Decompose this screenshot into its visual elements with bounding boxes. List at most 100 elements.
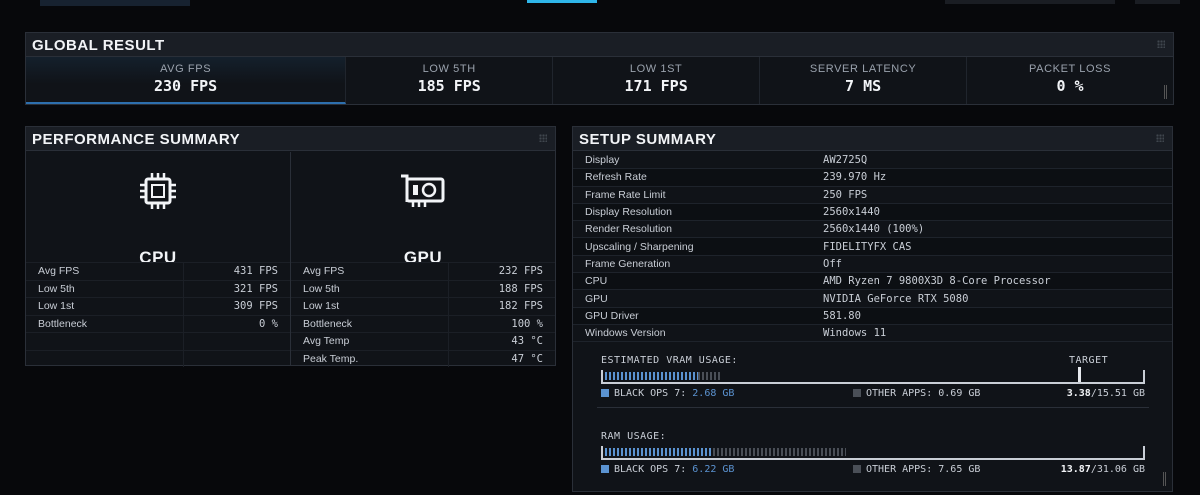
drag-grip-icon[interactable] <box>1156 134 1164 142</box>
active-tab-indicator <box>527 0 597 3</box>
legend-swatch <box>601 465 609 473</box>
bar-baseline <box>603 458 1143 460</box>
row-value: 581.80 <box>823 309 861 322</box>
table-row: Low 1st 309 FPS <box>26 297 290 315</box>
metric-low-5th: LOW 5TH 185 FPS <box>346 57 554 104</box>
row-label: GPU Driver <box>585 309 639 322</box>
ram-usage: RAM USAGE: BLACK OPS 7: 6.22 GB OTHER AP… <box>597 431 1149 487</box>
vram-other-fill <box>698 372 722 380</box>
vram-game-fill <box>605 372 698 380</box>
metric-value: 0 % <box>1056 77 1084 95</box>
metric-low-1st: LOW 1ST 171 FPS <box>553 57 761 104</box>
legend-value: 2.68 GB <box>692 388 735 399</box>
row-value: 239.970 Hz <box>823 171 887 184</box>
drag-grip-icon[interactable] <box>539 134 547 142</box>
table-row: Low 1st 182 FPS <box>291 297 555 315</box>
vram-usage-bar <box>601 367 1145 384</box>
row-label: Low 1st <box>291 298 450 315</box>
metric-label: LOW 1ST <box>629 63 683 75</box>
row-value: 0 % <box>259 317 278 330</box>
row-value: 182 FPS <box>498 300 543 313</box>
legend-swatch <box>853 465 861 473</box>
table-row: GPU NVIDIA GeForce RTX 5080 <box>573 290 1172 308</box>
row-label: Render Resolution <box>585 223 672 236</box>
performance-summary-panel: PERFORMANCE SUMMARY CPU Avg FPS 431 FPS … <box>25 126 556 367</box>
legend-swatch <box>853 389 861 397</box>
setup-summary-panel: SETUP SUMMARY Display AW2725Q Refresh Rat… <box>572 126 1173 492</box>
setup-table: Display AW2725Q Refresh Rate 239.970 Hz Fr… <box>573 152 1172 343</box>
legend-value: 7.65 GB <box>938 464 981 475</box>
legend-value: 6.22 GB <box>692 464 735 475</box>
table-row: CPU AMD Ryzen 7 9800X3D 8-Core Processor <box>573 273 1172 291</box>
row-value: Off <box>823 257 842 270</box>
metric-label: LOW 5TH <box>422 63 476 75</box>
vram-target-label: TARGET <box>1069 355 1109 366</box>
row-label: Low 5th <box>291 280 450 297</box>
row-label <box>26 333 185 350</box>
table-row: Avg Temp 43 °C <box>291 332 555 350</box>
table-row: Render Resolution 2560x1440 (100%) <box>573 221 1172 239</box>
table-row: Frame Rate Limit 250 FPS <box>573 187 1172 204</box>
row-label: CPU <box>585 275 608 288</box>
table-row: Avg FPS 232 FPS <box>291 262 555 280</box>
table-row: Windows Version Windows 11 <box>573 325 1172 343</box>
panel-title: PERFORMANCE SUMMARY <box>32 131 241 148</box>
ram-legend-game: BLACK OPS 7: 6.22 GB <box>601 464 734 475</box>
metric-value: 171 FPS <box>624 77 688 95</box>
top-right-control-secondary[interactable] <box>1135 0 1180 4</box>
table-row: Low 5th 188 FPS <box>291 279 555 297</box>
row-label: Peak Temp. <box>291 350 450 367</box>
metric-value: 230 FPS <box>154 77 218 95</box>
total-used: 3.38 <box>1066 388 1091 399</box>
cpu-chip-icon <box>139 172 177 215</box>
row-label: Refresh Rate <box>585 171 647 184</box>
vram-legend-game: BLACK OPS 7: 2.68 GB <box>601 388 734 399</box>
ram-legend: BLACK OPS 7: 6.22 GB OTHER APPS: 7.65 GB… <box>601 464 1145 478</box>
table-row <box>26 332 290 350</box>
drag-grip-icon[interactable] <box>1157 40 1165 48</box>
row-value: 100 % <box>511 317 543 330</box>
row-label: GPU <box>585 292 608 305</box>
table-row: Display Resolution 2560x1440 <box>573 203 1172 222</box>
table-row: GPU Driver 581.80 <box>573 307 1172 325</box>
legend-value: 0.69 GB <box>938 388 981 399</box>
row-value: AMD Ryzen 7 9800X3D 8-Core Processor <box>823 275 1051 288</box>
row-value: 188 FPS <box>498 282 543 295</box>
metric-label: SERVER LATENCY <box>809 63 917 75</box>
global-result-panel: GLOBAL RESULT AVG FPS 230 FPS LOW 5TH 18… <box>25 32 1174 105</box>
metric-avg-fps: AVG FPS 230 FPS <box>26 57 347 104</box>
setup-summary-header: SETUP SUMMARY <box>573 127 1172 151</box>
ram-game-fill <box>605 448 713 456</box>
row-label: Avg FPS <box>26 263 185 280</box>
resize-handle-icon[interactable] <box>1163 472 1166 486</box>
row-label: Bottleneck <box>26 315 185 332</box>
metric-server-latency: SERVER LATENCY 7 MS <box>760 57 968 104</box>
total-used: 13.87 <box>1060 464 1091 475</box>
top-right-control[interactable] <box>945 0 1115 4</box>
table-row: Bottleneck 100 % <box>291 314 555 332</box>
table-row <box>26 349 290 367</box>
table-row: Low 5th 321 FPS <box>26 279 290 297</box>
vram-target-marker <box>1078 367 1081 382</box>
row-value: 250 FPS <box>823 188 868 201</box>
row-label: Display <box>585 154 620 167</box>
global-result-header: GLOBAL RESULT <box>26 33 1173 57</box>
resize-handle-icon[interactable] <box>1164 85 1167 99</box>
global-metrics: AVG FPS 230 FPS LOW 5TH 185 FPS LOW 1ST … <box>26 57 1173 104</box>
table-row: Refresh Rate 239.970 Hz <box>573 169 1172 187</box>
performance-summary-header: PERFORMANCE SUMMARY <box>26 127 555 151</box>
table-row: Bottleneck 0 % <box>26 314 290 332</box>
row-label: Frame Generation <box>585 257 671 270</box>
row-label: Low 5th <box>26 280 185 297</box>
row-value: FIDELITYFX CAS <box>823 240 912 253</box>
legend-label: BLACK OPS 7: <box>614 464 687 475</box>
vram-total: 3.38/15.51 GB <box>1067 388 1145 399</box>
row-label: Display Resolution <box>585 206 672 219</box>
vram-legend: BLACK OPS 7: 2.68 GB OTHER APPS: 0.69 GB… <box>601 388 1145 402</box>
table-row: Display AW2725Q <box>573 152 1172 170</box>
metric-label: AVG FPS <box>160 63 212 75</box>
ram-usage-title: RAM USAGE: <box>601 431 667 442</box>
legend-label: OTHER APPS: <box>866 464 933 475</box>
row-value: 309 FPS <box>233 300 278 313</box>
row-value: 232 FPS <box>498 265 543 278</box>
